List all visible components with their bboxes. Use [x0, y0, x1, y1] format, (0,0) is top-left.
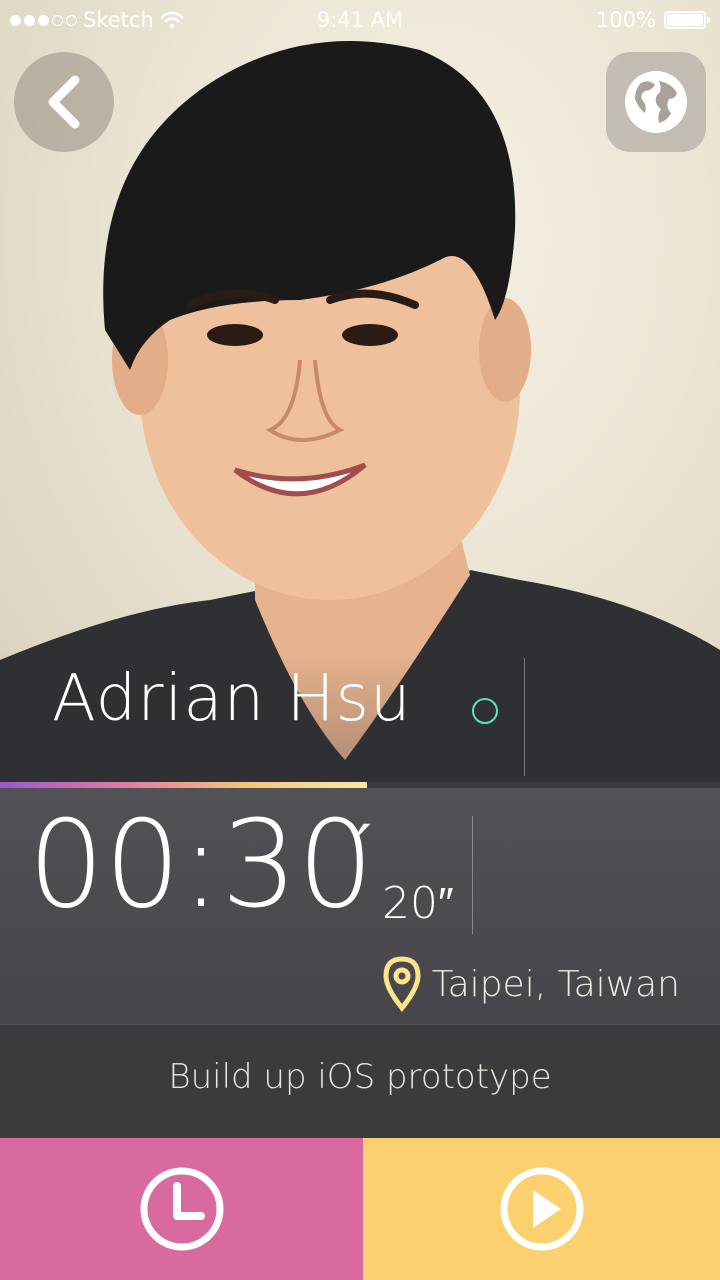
task-label: Build up iOS prototype: [168, 1057, 552, 1097]
globe-icon: [625, 71, 687, 133]
minute-mark: ′: [355, 810, 371, 892]
battery-icon: [664, 11, 710, 29]
clock-button[interactable]: [0, 1138, 363, 1280]
action-bar: [0, 1138, 720, 1280]
timer-seconds: 20″: [382, 878, 454, 929]
timer-panel: 00:30 ′ 20″ Taipei, Taiwan: [0, 788, 720, 1024]
divider: [472, 816, 473, 934]
profile-name: Adrian Hsu: [52, 662, 412, 736]
battery-percentage: 100%: [595, 8, 656, 32]
play-button[interactable]: [363, 1138, 720, 1280]
chevron-left-icon: [48, 75, 80, 129]
location-pin-icon: [383, 956, 421, 1012]
battery-group: 100%: [595, 8, 710, 32]
task-panel: Build up iOS prototype: [0, 1024, 720, 1139]
play-icon: [500, 1167, 583, 1251]
globe-button[interactable]: [606, 52, 706, 152]
location: Taipei, Taiwan: [382, 956, 680, 1012]
clock-icon: [140, 1167, 223, 1251]
online-status-indicator: [472, 698, 498, 724]
back-button[interactable]: [14, 52, 114, 152]
location-label: Taipei, Taiwan: [431, 963, 680, 1005]
timer-minutes: 00:30: [28, 796, 374, 935]
name-row: Adrian Hsu: [0, 650, 720, 786]
status-bar: Sketch 9:41 AM 100%: [0, 0, 720, 40]
divider: [524, 658, 525, 776]
